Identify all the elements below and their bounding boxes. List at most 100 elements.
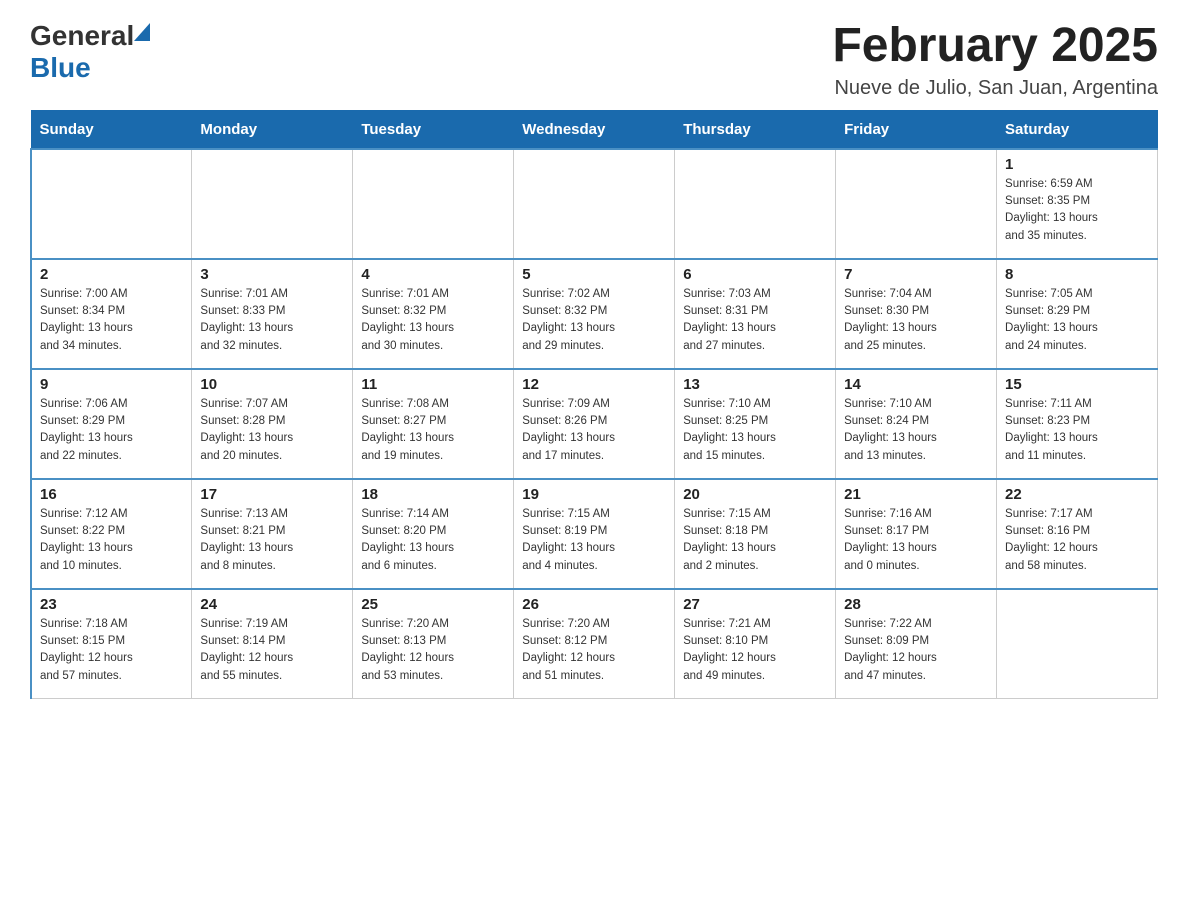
day-number: 9 <box>40 376 183 393</box>
day-number: 2 <box>40 266 183 283</box>
location-title: Nueve de Julio, San Juan, Argentina <box>832 77 1158 100</box>
day-info: Sunrise: 7:04 AM Sunset: 8:30 PM Dayligh… <box>844 286 988 355</box>
day-info: Sunrise: 7:15 AM Sunset: 8:19 PM Dayligh… <box>522 506 666 575</box>
day-info: Sunrise: 7:06 AM Sunset: 8:29 PM Dayligh… <box>40 396 183 465</box>
calendar-cell <box>514 149 675 259</box>
week-row-2: 2 Sunrise: 7:00 AM Sunset: 8:34 PM Daylig… <box>31 259 1158 369</box>
day-info: Sunrise: 7:14 AM Sunset: 8:20 PM Dayligh… <box>361 506 505 575</box>
logo-general-text: General <box>30 20 134 52</box>
day-number: 4 <box>361 266 505 283</box>
calendar-cell <box>353 149 514 259</box>
calendar-cell: 24Sunrise: 7:19 AM Sunset: 8:14 PM Dayli… <box>192 589 353 699</box>
day-info: Sunrise: 7:05 AM Sunset: 8:29 PM Dayligh… <box>1005 286 1149 355</box>
calendar-cell: 21 Sunrise: 7:16 AM Sunset: 8:17 PM Dayli… <box>836 479 997 589</box>
day-info: Sunrise: 7:01 AM Sunset: 8:32 PM Dayligh… <box>361 286 505 355</box>
calendar-cell: 2 Sunrise: 7:00 AM Sunset: 8:34 PM Daylig… <box>31 259 192 369</box>
day-info: Sunrise: 7:19 AM Sunset: 8:14 PM Dayligh… <box>200 616 344 685</box>
day-header-saturday: Saturday <box>997 110 1158 149</box>
logo: General Blue <box>30 20 150 84</box>
day-header-friday: Friday <box>836 110 997 149</box>
calendar-body: 1 Sunrise: 6:59 AM Sunset: 8:35 PM Daylig… <box>31 149 1158 699</box>
day-info: Sunrise: 7:01 AM Sunset: 8:33 PM Dayligh… <box>200 286 344 355</box>
calendar-cell <box>192 149 353 259</box>
calendar-header: SundayMondayTuesdayWednesdayThursdayFrid… <box>31 110 1158 149</box>
week-row-5: 23Sunrise: 7:18 AM Sunset: 8:15 PM Dayli… <box>31 589 1158 699</box>
day-number: 5 <box>522 266 666 283</box>
day-info: Sunrise: 7:07 AM Sunset: 8:28 PM Dayligh… <box>200 396 344 465</box>
day-number: 18 <box>361 486 505 503</box>
calendar-cell: 1 Sunrise: 6:59 AM Sunset: 8:35 PM Daylig… <box>997 149 1158 259</box>
calendar-cell: 26 Sunrise: 7:20 AM Sunset: 8:12 PM Dayli… <box>514 589 675 699</box>
week-row-4: 16 Sunrise: 7:12 AM Sunset: 8:22 PM Dayli… <box>31 479 1158 589</box>
calendar-cell: 9 Sunrise: 7:06 AM Sunset: 8:29 PM Daylig… <box>31 369 192 479</box>
day-header-thursday: Thursday <box>675 110 836 149</box>
calendar-cell: 7 Sunrise: 7:04 AM Sunset: 8:30 PM Daylig… <box>836 259 997 369</box>
day-info: Sunrise: 7:09 AM Sunset: 8:26 PM Dayligh… <box>522 396 666 465</box>
day-number: 20 <box>683 486 827 503</box>
calendar-cell: 10Sunrise: 7:07 AM Sunset: 8:28 PM Dayli… <box>192 369 353 479</box>
calendar-cell: 14Sunrise: 7:10 AM Sunset: 8:24 PM Dayli… <box>836 369 997 479</box>
day-number: 21 <box>844 486 988 503</box>
day-info: Sunrise: 7:10 AM Sunset: 8:25 PM Dayligh… <box>683 396 827 465</box>
day-header-wednesday: Wednesday <box>514 110 675 149</box>
calendar-cell <box>31 149 192 259</box>
day-number: 7 <box>844 266 988 283</box>
day-info: Sunrise: 7:03 AM Sunset: 8:31 PM Dayligh… <box>683 286 827 355</box>
day-number: 27 <box>683 596 827 613</box>
day-number: 26 <box>522 596 666 613</box>
days-of-week-row: SundayMondayTuesdayWednesdayThursdayFrid… <box>31 110 1158 149</box>
calendar-cell <box>836 149 997 259</box>
calendar-cell: 12 Sunrise: 7:09 AM Sunset: 8:26 PM Dayli… <box>514 369 675 479</box>
logo-arrow-icon <box>134 23 150 41</box>
day-number: 12 <box>522 376 666 393</box>
week-row-1: 1 Sunrise: 6:59 AM Sunset: 8:35 PM Daylig… <box>31 149 1158 259</box>
day-header-sunday: Sunday <box>31 110 192 149</box>
day-info: Sunrise: 7:11 AM Sunset: 8:23 PM Dayligh… <box>1005 396 1149 465</box>
page-header: General Blue February 2025 Nueve de Juli… <box>30 20 1158 100</box>
day-number: 6 <box>683 266 827 283</box>
day-number: 11 <box>361 376 505 393</box>
day-number: 23 <box>40 596 183 613</box>
calendar-cell: 27 Sunrise: 7:21 AM Sunset: 8:10 PM Dayli… <box>675 589 836 699</box>
day-info: Sunrise: 7:17 AM Sunset: 8:16 PM Dayligh… <box>1005 506 1149 575</box>
calendar-cell: 16 Sunrise: 7:12 AM Sunset: 8:22 PM Dayli… <box>31 479 192 589</box>
day-number: 25 <box>361 596 505 613</box>
title-section: February 2025 Nueve de Julio, San Juan, … <box>832 20 1158 100</box>
calendar-cell: 18 Sunrise: 7:14 AM Sunset: 8:20 PM Dayli… <box>353 479 514 589</box>
calendar-cell: 4 Sunrise: 7:01 AM Sunset: 8:32 PM Daylig… <box>353 259 514 369</box>
day-info: Sunrise: 6:59 AM Sunset: 8:35 PM Dayligh… <box>1005 176 1149 245</box>
day-number: 16 <box>40 486 183 503</box>
calendar-cell: 15 Sunrise: 7:11 AM Sunset: 8:23 PM Dayli… <box>997 369 1158 479</box>
day-info: Sunrise: 7:00 AM Sunset: 8:34 PM Dayligh… <box>40 286 183 355</box>
calendar-cell: 8Sunrise: 7:05 AM Sunset: 8:29 PM Daylig… <box>997 259 1158 369</box>
calendar-cell <box>997 589 1158 699</box>
day-number: 19 <box>522 486 666 503</box>
day-info: Sunrise: 7:13 AM Sunset: 8:21 PM Dayligh… <box>200 506 344 575</box>
day-number: 1 <box>1005 156 1149 173</box>
day-number: 3 <box>200 266 344 283</box>
day-info: Sunrise: 7:22 AM Sunset: 8:09 PM Dayligh… <box>844 616 988 685</box>
logo-blue-text: Blue <box>30 52 91 83</box>
week-row-3: 9 Sunrise: 7:06 AM Sunset: 8:29 PM Daylig… <box>31 369 1158 479</box>
day-info: Sunrise: 7:20 AM Sunset: 8:12 PM Dayligh… <box>522 616 666 685</box>
calendar-cell: 5 Sunrise: 7:02 AM Sunset: 8:32 PM Daylig… <box>514 259 675 369</box>
day-number: 15 <box>1005 376 1149 393</box>
day-number: 28 <box>844 596 988 613</box>
calendar-cell: 23Sunrise: 7:18 AM Sunset: 8:15 PM Dayli… <box>31 589 192 699</box>
calendar-cell: 6 Sunrise: 7:03 AM Sunset: 8:31 PM Daylig… <box>675 259 836 369</box>
day-info: Sunrise: 7:20 AM Sunset: 8:13 PM Dayligh… <box>361 616 505 685</box>
day-number: 14 <box>844 376 988 393</box>
calendar-cell: 22 Sunrise: 7:17 AM Sunset: 8:16 PM Dayli… <box>997 479 1158 589</box>
day-header-monday: Monday <box>192 110 353 149</box>
day-info: Sunrise: 7:16 AM Sunset: 8:17 PM Dayligh… <box>844 506 988 575</box>
day-info: Sunrise: 7:15 AM Sunset: 8:18 PM Dayligh… <box>683 506 827 575</box>
calendar-cell: 11Sunrise: 7:08 AM Sunset: 8:27 PM Dayli… <box>353 369 514 479</box>
day-info: Sunrise: 7:21 AM Sunset: 8:10 PM Dayligh… <box>683 616 827 685</box>
month-title: February 2025 <box>832 20 1158 73</box>
calendar-cell: 17Sunrise: 7:13 AM Sunset: 8:21 PM Dayli… <box>192 479 353 589</box>
day-info: Sunrise: 7:02 AM Sunset: 8:32 PM Dayligh… <box>522 286 666 355</box>
day-number: 22 <box>1005 486 1149 503</box>
day-info: Sunrise: 7:12 AM Sunset: 8:22 PM Dayligh… <box>40 506 183 575</box>
calendar-cell <box>675 149 836 259</box>
day-header-tuesday: Tuesday <box>353 110 514 149</box>
